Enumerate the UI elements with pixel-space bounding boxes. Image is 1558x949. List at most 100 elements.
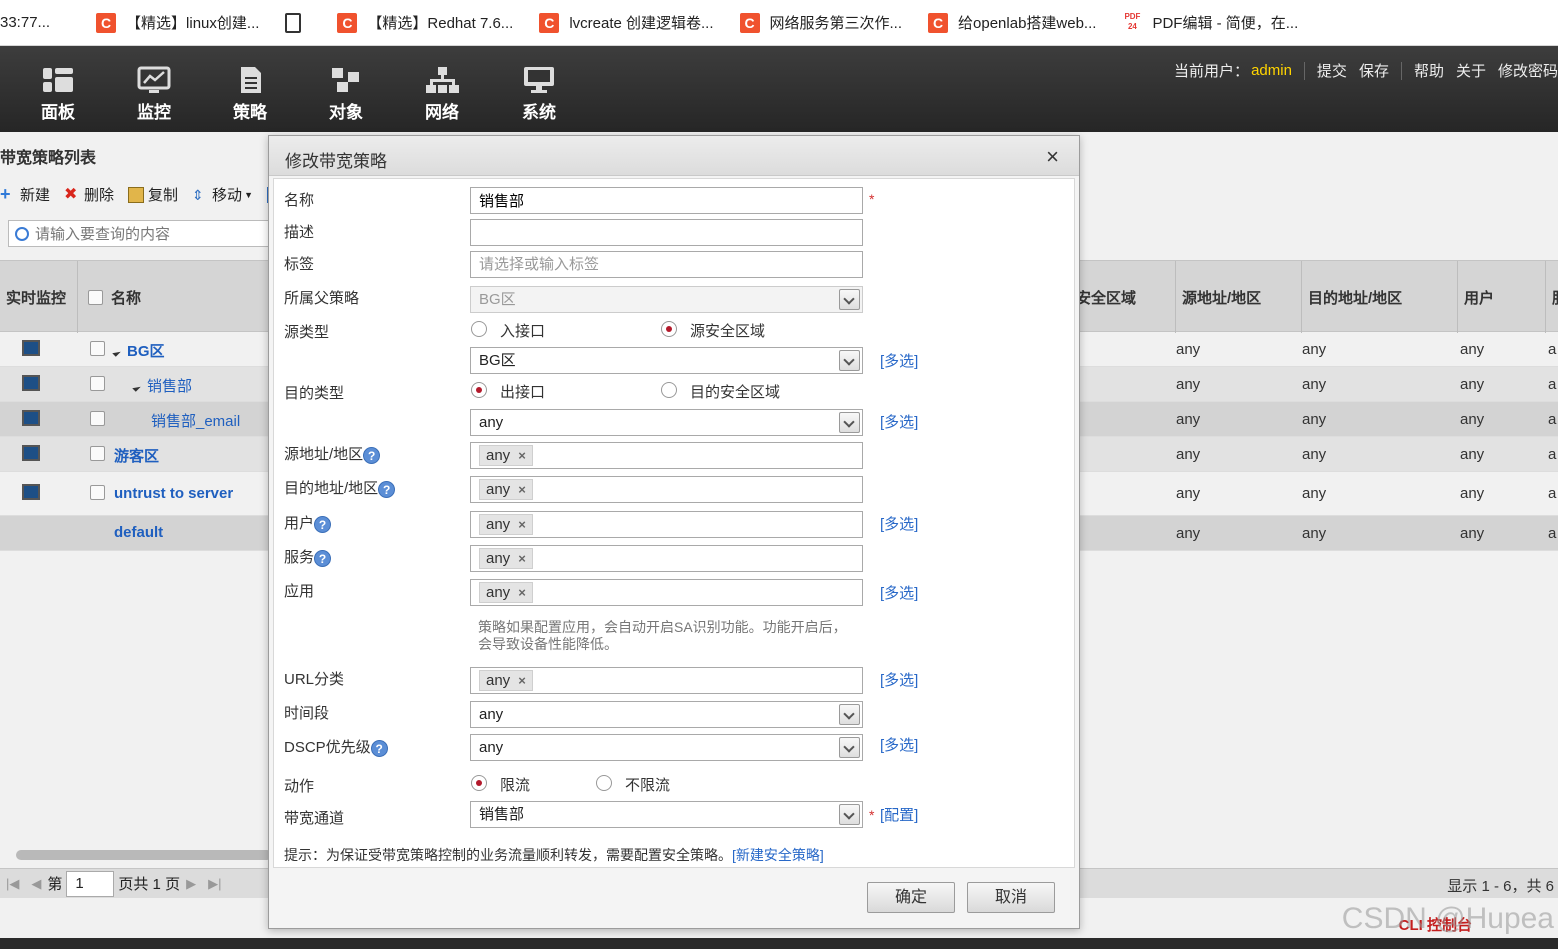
nav-monitor[interactable]: 监控 [124, 66, 184, 123]
about-link[interactable]: 关于 [1456, 60, 1486, 81]
destination-interface-select[interactable]: any [470, 409, 863, 436]
time-range-select[interactable]: any [470, 701, 863, 728]
expand-triangle-icon[interactable] [112, 348, 121, 357]
chevron-down-icon[interactable] [839, 737, 860, 758]
remove-tag-icon[interactable]: × [518, 551, 526, 566]
row-name[interactable]: 游客区 [114, 445, 159, 466]
submit-link[interactable]: 提交 [1317, 60, 1347, 81]
remove-tag-icon[interactable]: × [518, 585, 526, 600]
nav-system[interactable]: 系统 [509, 66, 569, 123]
chevron-down-icon[interactable] [839, 412, 860, 433]
radio-destination-outbound-interface[interactable] [471, 382, 487, 398]
row-name[interactable]: untrust to server [114, 485, 233, 502]
monitor-icon[interactable] [22, 340, 40, 356]
row-name[interactable]: default [114, 524, 163, 541]
new-button[interactable]: + 新建 [0, 184, 50, 205]
source-address-field[interactable]: any × [470, 442, 863, 469]
remove-tag-icon[interactable]: × [518, 448, 526, 463]
new-security-policy-link[interactable]: [新建安全策略] [732, 847, 824, 863]
header-src-addr[interactable]: 源地址/地区 [1176, 261, 1302, 333]
row-name[interactable]: 销售部_email [151, 410, 240, 431]
page-number-input[interactable]: 1 [66, 870, 115, 897]
nav-objects[interactable]: 对象 [316, 66, 376, 123]
row-checkbox[interactable] [90, 411, 105, 426]
multi-select-link[interactable]: [多选] [880, 669, 918, 690]
bookmark-item[interactable]: 33:77... [0, 14, 50, 31]
chevron-down-icon[interactable] [839, 804, 860, 825]
nav-network[interactable]: 网络 [412, 66, 472, 123]
url-category-field[interactable]: any × [470, 667, 863, 694]
bookmark-item[interactable]: Clvcreate 创建逻辑卷... [539, 12, 714, 33]
remove-tag-icon[interactable]: × [518, 517, 526, 532]
next-page-icon[interactable]: ▶ [186, 876, 196, 892]
bookmark-item[interactable]: C 【精选】linux创建... [96, 12, 259, 33]
bookmark-item[interactable]: C 【精选】Redhat 7.6... [337, 12, 513, 33]
multi-select-link[interactable]: [多选] [880, 513, 918, 534]
delete-button[interactable]: ✖ 删除 [64, 184, 114, 205]
header-user[interactable]: 用户 [1458, 261, 1546, 333]
configure-link[interactable]: [配置] [880, 804, 918, 825]
service-field[interactable]: any × [470, 545, 863, 572]
description-field[interactable] [470, 219, 863, 246]
dscp-priority-select[interactable]: any [470, 734, 863, 761]
monitor-icon[interactable] [22, 375, 40, 391]
header-more[interactable]: 服 [1546, 261, 1558, 333]
remove-tag-icon[interactable]: × [518, 482, 526, 497]
confirm-button[interactable]: 确定 [867, 882, 955, 913]
list-search[interactable]: 请输入要查询的内容 [8, 220, 270, 247]
change-password-link[interactable]: 修改密码 [1498, 60, 1558, 81]
expand-triangle-icon[interactable] [132, 383, 141, 392]
multi-select-link[interactable]: [多选] [880, 734, 918, 755]
save-link[interactable]: 保存 [1359, 60, 1389, 81]
help-icon[interactable]: ? [314, 515, 332, 533]
destination-address-field[interactable]: any × [470, 476, 863, 503]
radio-rate-limit[interactable] [471, 775, 487, 791]
multi-select-link[interactable]: [多选] [880, 582, 918, 603]
row-checkbox[interactable] [90, 485, 105, 500]
nav-policy[interactable]: 策略 [220, 66, 280, 123]
help-link[interactable]: 帮助 [1414, 60, 1444, 81]
bandwidth-channel-select[interactable]: 销售部 [470, 801, 863, 828]
bookmark-item[interactable]: C 网络服务第三次作... [739, 12, 902, 33]
name-field[interactable] [470, 187, 863, 214]
help-icon[interactable]: ? [370, 739, 388, 757]
tag-field[interactable]: 请选择或输入标签 [470, 251, 863, 278]
row-checkbox[interactable] [90, 446, 105, 461]
header-src-zone[interactable]: 安全区域 [1068, 261, 1176, 333]
select-all-checkbox[interactable] [88, 289, 103, 305]
row-checkbox[interactable] [90, 341, 105, 356]
bookmark-item[interactable] [285, 12, 311, 33]
chevron-down-icon[interactable] [839, 350, 860, 371]
multi-select-link[interactable]: [多选] [880, 350, 918, 371]
chevron-down-icon[interactable] [839, 704, 860, 725]
horizontal-scrollbar[interactable] [16, 850, 272, 860]
application-field[interactable]: any × [470, 579, 863, 606]
radio-no-rate-limit[interactable] [596, 775, 612, 791]
help-icon[interactable]: ? [378, 480, 396, 498]
monitor-icon[interactable] [22, 445, 40, 461]
bookmark-item[interactable]: PDF 24 PDF编辑 - 简便，在... [1122, 12, 1298, 34]
header-name[interactable]: 名称 [78, 261, 278, 333]
last-page-icon[interactable]: ▶| [208, 876, 221, 892]
radio-source-inbound-interface[interactable] [471, 321, 487, 337]
radio-source-security-zone[interactable] [661, 321, 677, 337]
radio-destination-security-zone[interactable] [661, 382, 677, 398]
remove-tag-icon[interactable]: × [518, 673, 526, 688]
user-field[interactable]: any × [470, 511, 863, 538]
multi-select-link[interactable]: [多选] [880, 411, 918, 432]
cancel-button[interactable]: 取消 [967, 882, 1055, 913]
first-page-icon[interactable]: |◀ [6, 876, 19, 892]
help-icon[interactable]: ? [314, 549, 332, 567]
source-zone-select[interactable]: BG区 [470, 347, 863, 374]
header-dst-addr[interactable]: 目的地址/地区 [1302, 261, 1458, 333]
close-icon[interactable]: × [1046, 144, 1059, 170]
name-input[interactable] [479, 188, 862, 213]
monitor-icon[interactable] [22, 484, 40, 500]
row-checkbox[interactable] [90, 376, 105, 391]
move-button[interactable]: ⇕ 移动 ▼ [192, 184, 253, 205]
copy-button[interactable]: 复制 [128, 184, 178, 205]
prev-page-icon[interactable]: ◀ [31, 876, 41, 892]
help-icon[interactable]: ? [363, 446, 381, 464]
bookmark-item[interactable]: C 给openlab搭建web... [928, 12, 1096, 33]
row-name[interactable]: BG区 [112, 340, 165, 361]
